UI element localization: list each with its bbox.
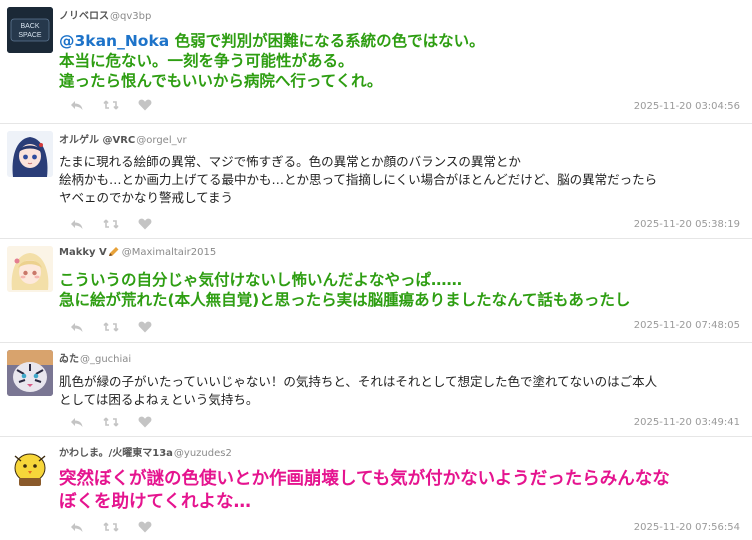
retweet-icon[interactable]	[100, 320, 122, 334]
tweet-item: Makky V @Maximaltair2015 こういうの自分じゃ気付けないし怖…	[0, 239, 752, 343]
tweet-actions	[66, 415, 156, 429]
tweet-header: かわしま。/火曜東マ13a@yuzudes2	[59, 444, 232, 459]
backspace-avatar-image: BACK SPACE	[7, 7, 53, 53]
user-name[interactable]: オルゲル @VRC	[59, 135, 135, 146]
tweet-line: ヤベェのでかなり警戒してまう	[59, 190, 234, 205]
reply-icon[interactable]	[66, 98, 88, 112]
tweet-actions	[66, 520, 156, 534]
tweet-line: 違ったら恨んでもいいから病院へ行ってくれ。	[59, 72, 383, 90]
chick-avatar-image	[7, 444, 53, 490]
tweet-item: ゐた@_guchiai 肌色が緑の子がいたっていいじゃない！の気持ちと、それはそ…	[0, 343, 752, 437]
tweet-actions	[66, 98, 156, 112]
tiger-avatar-image	[7, 350, 53, 396]
timestamp[interactable]: 2025-11-20 03:04:56	[634, 101, 740, 112]
anime-avatar-image	[7, 131, 53, 177]
tweet-actions	[66, 320, 156, 334]
tweet-header: Makky V @Maximaltair2015	[59, 246, 216, 260]
avatar[interactable]: BACK SPACE	[7, 7, 53, 53]
tweet-actions	[66, 217, 156, 231]
tweet-line: 突然ぼくが謎の色使いとか作画崩壊しても気が付かないようだったらみんなな	[59, 469, 670, 489]
tweet-item: かわしま。/火曜東マ13a@yuzudes2 突然ぼくが謎の色使いとか作画崩壊し…	[0, 437, 752, 540]
user-name[interactable]: かわしま。/火曜東マ13a	[59, 448, 173, 459]
tweet-text: 突然ぼくが謎の色使いとか作画崩壊しても気が付かないようだったらみんなな ぼくを助…	[59, 468, 740, 514]
user-handle[interactable]: @yuzudes2	[174, 448, 232, 459]
tweet-text-segment: 色弱で判別が困難になる系統の色ではない。	[169, 32, 485, 50]
anime-avatar-image	[7, 246, 53, 292]
tweet-line: 急に絵が荒れた(本人無自覚)と思ったら実は脳腫瘍ありましたなんて話もあったし	[59, 291, 631, 309]
retweet-icon[interactable]	[100, 520, 122, 534]
tweet-line: たまに現れる絵師の異常、マジで怖すぎる。色の異常とか顔のバランスの異常とか	[59, 154, 521, 169]
tweet-line: 絵柄かも…とか画力上げてる最中かも…とか思って指摘しにくい場合がほとんどだけど、…	[59, 172, 658, 187]
user-name[interactable]: ノリベロス	[59, 11, 109, 22]
like-icon[interactable]	[134, 415, 156, 429]
retweet-icon[interactable]	[100, 217, 122, 231]
timestamp[interactable]: 2025-11-20 03:49:41	[634, 417, 740, 428]
tweet-header: ゐた@_guchiai	[59, 350, 131, 365]
like-icon[interactable]	[134, 320, 156, 334]
tweet-item: BACK SPACE ノリベロス@qv3bp @3kan_Noka 色弱で判別が…	[0, 0, 752, 124]
retweet-icon[interactable]	[100, 415, 122, 429]
mention-link[interactable]: @3kan_Noka	[59, 32, 169, 50]
tweet-text: こういうの自分じゃ気付けないし怖いんだよなやっぱ…… 急に絵が荒れた(本人無自覚…	[59, 270, 740, 310]
retweet-icon[interactable]	[100, 98, 122, 112]
avatar[interactable]	[7, 444, 53, 490]
tweet-header: オルゲル @VRC@orgel_vr	[59, 131, 187, 146]
tweet-text: @3kan_Noka 色弱で判別が困難になる系統の色ではない。 本当に危ない。一…	[59, 31, 740, 91]
timestamp[interactable]: 2025-11-20 07:56:54	[634, 522, 740, 533]
tweet-line: @3kan_Noka 色弱で判別が困難になる系統の色ではない。	[59, 31, 740, 51]
tweet-header: ノリベロス@qv3bp	[59, 7, 151, 22]
tweet-line: ぼくを助けてくれよな…	[59, 492, 251, 512]
reply-icon[interactable]	[66, 320, 88, 334]
like-icon[interactable]	[134, 520, 156, 534]
avatar-text-line1: BACK	[20, 23, 39, 30]
reply-icon[interactable]	[66, 520, 88, 534]
user-handle[interactable]: @orgel_vr	[136, 135, 186, 146]
user-name[interactable]: Makky V	[59, 247, 107, 258]
user-name[interactable]: ゐた	[59, 354, 79, 365]
avatar-text-line2: SPACE	[18, 32, 42, 39]
user-handle[interactable]: @Maximaltair2015	[122, 247, 217, 258]
timestamp[interactable]: 2025-11-20 07:48:05	[634, 320, 740, 331]
avatar[interactable]	[7, 350, 53, 396]
avatar[interactable]	[7, 246, 53, 292]
pencil-icon	[108, 246, 120, 260]
user-handle[interactable]: @qv3bp	[110, 11, 151, 22]
reply-icon[interactable]	[66, 415, 88, 429]
tweet-line: こういうの自分じゃ気付けないし怖いんだよなやっぱ……	[59, 271, 463, 289]
tweet-line: 肌色が緑の子がいたっていいじゃない！の気持ちと、それはそれとして想定した色で塗れ…	[59, 374, 658, 389]
tweet-feed: BACK SPACE ノリベロス@qv3bp @3kan_Noka 色弱で判別が…	[0, 0, 752, 540]
user-handle[interactable]: @_guchiai	[80, 354, 131, 365]
tweet-item: オルゲル @VRC@orgel_vr たまに現れる絵師の異常、マジで怖すぎる。色…	[0, 124, 752, 239]
reply-icon[interactable]	[66, 217, 88, 231]
avatar[interactable]	[7, 131, 53, 177]
like-icon[interactable]	[134, 217, 156, 231]
tweet-text: たまに現れる絵師の異常、マジで怖すぎる。色の異常とか顔のバランスの異常とか 絵柄…	[59, 153, 740, 207]
tweet-text: 肌色が緑の子がいたっていいじゃない！の気持ちと、それはそれとして想定した色で塗れ…	[59, 373, 740, 409]
timestamp[interactable]: 2025-11-20 05:38:19	[634, 219, 740, 230]
tweet-line: としては困るよねぇという気持ち。	[59, 392, 259, 407]
tweet-line: 本当に危ない。一刻を争う可能性がある。	[59, 52, 354, 70]
like-icon[interactable]	[134, 98, 156, 112]
